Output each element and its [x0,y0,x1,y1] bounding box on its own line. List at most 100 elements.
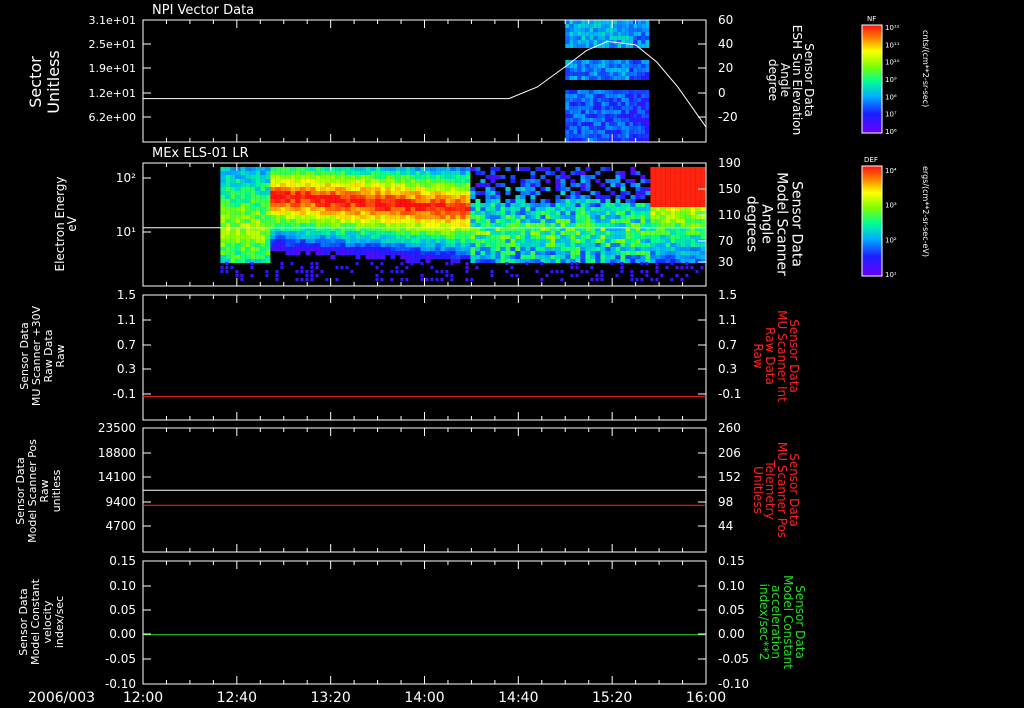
spectrogram-cell [555,167,561,171]
spectrogram-cell [605,179,611,183]
spectrogram-cell [405,251,411,255]
spectrogram-cell [625,94,630,98]
spectrogram-cell [610,179,616,183]
spectrogram-cell [310,211,316,215]
spectrogram-cell [585,126,590,130]
spectrogram-cell [695,195,701,199]
spectrogram-cell [290,203,296,207]
spectrogram-cell [545,235,551,239]
spectrogram-cell [605,138,610,142]
spectrogram-cell [615,243,621,247]
spectrogram-cell [340,179,346,183]
spectrogram-cell [285,171,291,175]
spectrogram-cell [609,102,614,106]
spectrogram-cell [625,203,631,207]
spectrogram-cell [645,219,651,223]
spectrogram-cell [300,203,306,207]
spectrogram-cell [597,126,602,130]
spectrogram-cell [335,243,341,247]
spectrogram-cell [230,239,236,243]
spectrogram-cell [515,195,521,199]
spectrogram-cell [560,219,566,223]
spectrogram-cell [385,251,391,255]
spectrogram-cell [530,223,536,227]
spectrogram-cell [645,68,650,72]
spectrogram-cell [680,219,686,223]
spectrogram-cell [660,259,666,263]
spectrogram-cell [600,199,606,203]
spectrogram-cell [601,36,606,40]
spectrogram-cell [510,179,516,183]
spectrogram-cell [645,262,649,265]
spectrogram-cell [573,36,578,40]
spectrogram-cell [515,223,521,227]
spectrogram-cell [230,223,236,227]
spectrogram-cell [613,32,618,36]
spectrogram-cell [570,231,576,235]
spectrogram-cell [610,251,616,255]
spectrogram-cell [640,203,646,207]
spectrogram-cell [589,102,594,106]
spectrogram-cell [265,183,271,187]
spectrogram-cell [540,175,546,179]
left-tick-label: 9400 [105,495,136,509]
spectrogram-cell [280,171,286,175]
spectrogram-cell [320,270,324,273]
spectrogram-cell [395,167,401,171]
right-tick-label: -0.05 [718,652,749,666]
spectrogram-cell [355,171,361,175]
spectrogram-cell [597,72,602,76]
spectrogram-cell [655,239,661,243]
spectrogram-cell [265,239,271,243]
spectrogram-cell [230,231,236,235]
spectrogram-cell [435,183,441,187]
spectrogram-cell [300,247,306,251]
spectrogram-cell [445,171,451,175]
spectrogram-cell [540,187,546,191]
spectrogram-cell [370,167,376,171]
spectrogram-cell [275,270,279,273]
spectrogram-cell [520,215,526,219]
spectrogram-cell [670,235,676,239]
spectrogram-cell [641,60,646,64]
spectrogram-cell [555,235,561,239]
spectrogram-cell [640,270,644,273]
spectrogram-cell [220,243,226,247]
spectrogram-cell [597,32,602,36]
left-axis-label-line: Unitless [44,50,63,114]
spectrogram-cell [350,270,354,273]
spectrogram-cell [340,239,346,243]
spectrogram-cell [650,243,656,247]
spectrogram-cell [535,191,541,195]
spectrogram-cell [700,167,706,171]
spectrogram-cell [590,199,596,203]
spectrogram-cell [685,243,691,247]
spectrogram-cell [605,219,611,223]
spectrogram-cell [415,243,421,247]
spectrogram-cell [480,219,486,223]
spectrogram-cell [495,247,501,251]
spectrogram-cell [641,68,646,72]
spectrogram-cell [330,255,336,259]
spectrogram-cell [260,207,266,211]
spectrogram-cell [265,211,271,215]
spectrogram-cell [565,90,570,94]
spectrogram-cell [315,203,321,207]
spectrogram-cell [585,60,590,64]
spectrogram-cell [645,231,651,235]
spectrogram-cell [609,64,614,68]
spectrogram-cell [593,40,598,44]
spectrogram-cell [250,239,256,243]
spectrogram-cell [255,247,261,251]
spectrogram-cell [590,251,596,255]
right-tick-label: 0.00 [718,627,745,641]
spectrogram-cell [300,167,306,171]
spectrogram-cell [625,235,631,239]
spectrogram-cell [385,207,391,211]
spectrogram-cell [577,98,582,102]
spectrogram-cell [415,179,421,183]
spectrogram-cell [480,203,486,207]
spectrogram-cell [390,191,396,195]
right-tick-label: -0.10 [718,677,749,691]
spectrogram-cell [630,195,636,199]
